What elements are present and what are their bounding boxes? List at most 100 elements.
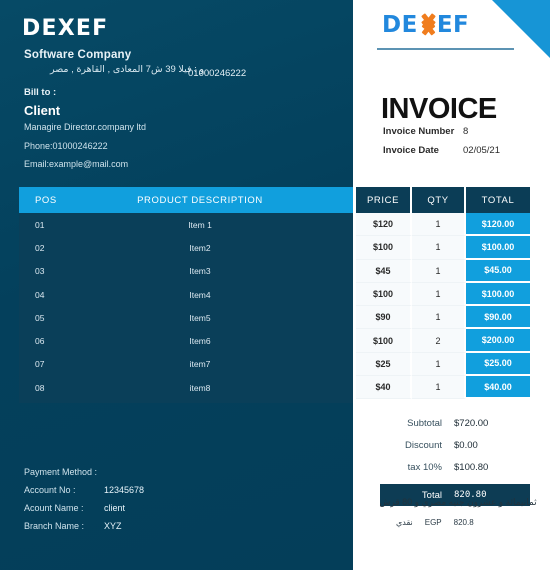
cell-pos: 07 <box>35 359 45 370</box>
subtotal-label: Subtotal <box>407 417 442 429</box>
branch-name-row: Branch Name : XYZ <box>24 517 144 535</box>
discount-label: Discount <box>405 439 442 451</box>
account-no-value: 12345678 <box>104 485 145 495</box>
payment-details: Payment Method : Account No : 12345678 A… <box>24 463 144 535</box>
logo-text-left: DE <box>382 12 418 38</box>
tax-row: tax 10% $100.80 <box>380 456 530 478</box>
discount-value: $0.00 <box>454 439 478 451</box>
column-header-total: TOTAL <box>466 187 530 213</box>
company-phone: 01000246222 <box>188 68 247 79</box>
tax-value: $100.80 <box>454 461 489 473</box>
bill-to-label: Bill to : <box>24 87 57 98</box>
client-name: Client <box>24 103 61 118</box>
table-row: $40 1 $40.00 <box>356 376 530 400</box>
cell-total: $40.00 <box>466 376 530 400</box>
table-row: $45 1 $45.00 <box>356 259 530 283</box>
invoice-page: DEXEF Software Company و : فيلا 39 ش7 ال… <box>0 0 550 570</box>
subtotal-row: Subtotal $720.00 <box>380 412 530 434</box>
table-row: 04 Item4 <box>19 283 353 306</box>
dexef-logo-right: DE EF <box>382 12 469 38</box>
logo-text-right: EF <box>436 12 470 38</box>
table-body-left: 01 Item 1 02 Item2 03 Item3 04 Item4 05 Item5 06 It… <box>19 213 353 404</box>
table-row: 03 Item3 <box>19 260 353 283</box>
branch-name-label: Branch Name : <box>24 521 85 531</box>
column-header-qty: QTY <box>412 187 466 213</box>
column-header-description: PRODUCT DESCRIPTION <box>137 194 263 206</box>
amount-in-words-arabic: ثمانيمائة و عشرون جنيه مصري و 80 قرش <box>379 497 537 507</box>
line-items-table-left: POS PRODUCT DESCRIPTION 01 Item 1 02 Item2 0… <box>19 187 353 404</box>
table-header-left: POS PRODUCT DESCRIPTION <box>19 187 353 213</box>
payment-method-row: Payment Method : <box>24 463 144 481</box>
cell-price: $90 <box>356 306 412 330</box>
cell-pos: 03 <box>35 266 45 277</box>
cell-qty: 1 <box>412 213 466 237</box>
cell-price: $45 <box>356 259 412 283</box>
table-row: $25 1 $25.00 <box>356 352 530 377</box>
invoice-number-label: Invoice Number <box>383 126 455 137</box>
invoice-meta: Invoice Number 8 Invoice Date 02/05/21 <box>383 122 500 160</box>
cell-qty: 1 <box>412 376 466 400</box>
logo-divider <box>377 48 514 50</box>
invoice-number-row: Invoice Number 8 <box>383 122 500 141</box>
payment-currency-row: 820.8 EGP نقدي <box>396 518 542 527</box>
column-header-pos: POS <box>35 194 57 206</box>
account-name-value: client <box>104 503 126 513</box>
table-row: 05 Item5 <box>19 306 353 329</box>
line-items-table-right: PRICE QTY TOTAL $120 1 $120.00 $100 1 $100.00… <box>356 187 530 400</box>
company-name: Software Company <box>24 49 132 61</box>
cell-pos: 06 <box>35 336 45 347</box>
table-row: 08 item8 <box>19 376 353 399</box>
totals-section: Subtotal $720.00 Discount $0.00 tax 10% … <box>380 412 530 506</box>
branch-name-value: XYZ <box>104 521 122 531</box>
cell-total: $45.00 <box>466 259 530 283</box>
cell-pos: 04 <box>35 289 45 300</box>
table-row: $120 1 $120.00 <box>356 213 530 237</box>
subtotal-value: $720.00 <box>454 417 489 429</box>
table-row: 02 Item2 <box>19 236 353 259</box>
cell-qty: 1 <box>412 259 466 283</box>
dexef-logo-left: DEXEF <box>22 16 109 41</box>
cell-total: $25.00 <box>466 352 530 377</box>
table-row: $100 1 $100.00 <box>356 236 530 260</box>
table-row: 01 Item 1 <box>19 213 353 236</box>
cell-total: $90.00 <box>466 306 530 330</box>
cell-total: $120.00 <box>466 213 530 237</box>
company-address-arabic: و : فيلا 39 ش7 المعادى , القاهرة , مصر <box>49 64 204 75</box>
cell-price: $100 <box>356 329 412 353</box>
cell-qty: 1 <box>412 306 466 330</box>
payment-method-label: Payment Method : <box>24 467 98 477</box>
cell-pos: 02 <box>35 242 45 253</box>
cell-pos: 05 <box>35 312 45 323</box>
cell-total: $200.00 <box>466 329 530 353</box>
account-no-row: Account No : 12345678 <box>24 481 144 499</box>
cell-description: Item4 <box>189 289 211 300</box>
currency-amount: 820.8 <box>453 518 474 527</box>
cell-total: $100.00 <box>466 236 530 260</box>
cell-description: Item3 <box>189 266 211 277</box>
invoice-number-value: 8 <box>463 126 469 137</box>
cell-price: $100 <box>356 236 412 260</box>
cell-qty: 1 <box>412 352 466 377</box>
table-row: $100 2 $200.00 <box>356 329 530 353</box>
account-name-label: Acount Name : <box>24 503 84 513</box>
table-row: 06 Item6 <box>19 329 353 352</box>
cell-description: Item2 <box>189 242 211 253</box>
cell-price: $100 <box>356 282 412 307</box>
cell-pos: 01 <box>35 219 45 230</box>
discount-row: Discount $0.00 <box>380 434 530 456</box>
cell-description: item8 <box>189 382 211 393</box>
currency-code: EGP <box>424 518 442 527</box>
table-body-right: $120 1 $120.00 $100 1 $100.00 $45 1 $45.00 $100 1 $… <box>356 213 530 400</box>
cell-description: Item 1 <box>188 219 212 230</box>
cell-total: $100.00 <box>466 282 530 307</box>
client-role: Managire Director.company ltd <box>24 122 147 132</box>
client-phone: Phone:01000246222 <box>24 141 108 151</box>
cell-price: $120 <box>356 213 412 237</box>
client-email: Email:example@mail.com <box>24 159 129 169</box>
cell-price: $40 <box>356 376 412 400</box>
payment-mode-arabic: نقدي <box>396 518 413 527</box>
account-name-row: Acount Name : client <box>24 499 144 517</box>
tax-label: tax 10% <box>407 461 442 473</box>
cell-description: Item5 <box>189 312 211 323</box>
column-header-price: PRICE <box>356 187 412 213</box>
